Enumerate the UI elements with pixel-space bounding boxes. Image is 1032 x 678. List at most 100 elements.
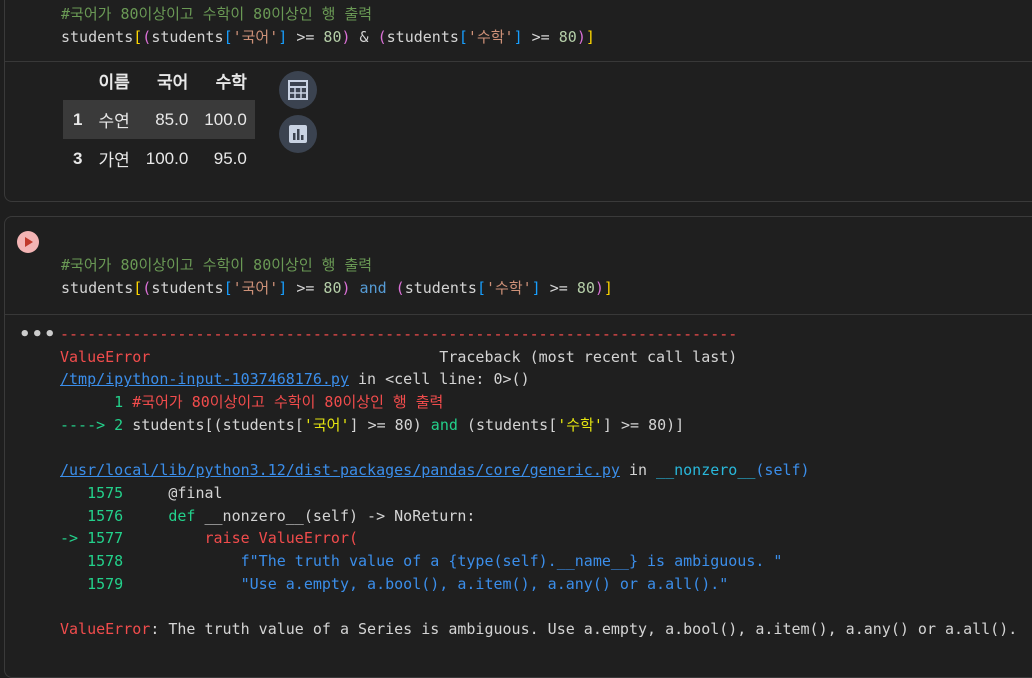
traceback-line: /tmp/ipython-input-1037468176.py in <cel…: [60, 368, 530, 390]
code-token: [: [458, 28, 468, 46]
code-token[interactable]: /tmp/ipython-input-1037468176.py: [60, 370, 349, 388]
column-header: 이름: [98, 73, 130, 92]
code-line: students[(students['국어'] >= 80) and (stu…: [61, 277, 613, 299]
code-token: '국어': [303, 415, 350, 434]
code-token: [: [133, 28, 143, 46]
code-token: students: [61, 279, 134, 297]
traceback-line: ----> 2 students[(students['국어'] >= 80) …: [60, 414, 684, 436]
code-token: >=: [358, 415, 395, 434]
code-token: '국어': [232, 28, 279, 46]
table-row: 3 가연 100.0 95.0: [63, 139, 255, 178]
code-token: (: [395, 279, 405, 297]
code-token: 1: [60, 393, 133, 412]
code-line: #국어가 80이상이고 수학이 80이상인 행 출력: [61, 254, 372, 276]
code-token: [: [476, 279, 486, 297]
code-token: ]: [585, 28, 595, 46]
code-token: ]: [675, 415, 685, 434]
code-token: ]: [513, 28, 523, 46]
code-token: [: [133, 279, 143, 297]
code-token: 1576: [60, 506, 133, 525]
code-token: students: [132, 415, 205, 434]
code-cell-2: #국어가 80이상이고 수학이 80이상인 행 출력 students[(stud…: [4, 216, 1032, 678]
code-token: #국어가 80이상이고 수학이 80이상인 행 출력: [61, 5, 373, 23]
code-token: >=: [540, 279, 577, 297]
run-cell-button[interactable]: [17, 231, 39, 253]
code-token: Traceback (most recent call last): [150, 347, 738, 366]
code-token: 1578: [60, 552, 133, 570]
traceback-line: 1578 f"The truth value of a {type(self).…: [60, 550, 782, 572]
code-token: '국어': [232, 279, 279, 297]
code-token: (: [142, 279, 152, 297]
code-token: 80: [558, 28, 577, 46]
table-icon: [288, 80, 308, 100]
code-token: '수학': [467, 28, 514, 46]
code-token: __nonzero__: [195, 506, 304, 525]
code-token[interactable]: /usr/local/lib/python3.12/dist-packages/…: [60, 461, 620, 479]
code-token: ]: [349, 415, 359, 434]
output-actions-icon[interactable]: •••: [19, 324, 57, 345]
table-cell: 100.0: [196, 100, 255, 139]
code-token: #국어가 80이상이고 수학이 80이상인 행 출력: [61, 256, 373, 274]
code-token: students: [475, 415, 549, 434]
convert-to-interactive-table-button[interactable]: [279, 71, 317, 109]
code-token: and: [421, 415, 467, 434]
code-token: 80: [648, 415, 667, 434]
code-token: ValueError(: [249, 529, 359, 548]
code-token: <cell line: 0>(): [385, 370, 530, 389]
code-token: (: [377, 28, 387, 46]
code-token: students: [386, 28, 459, 46]
table-cell: 수연: [90, 100, 138, 139]
table-cell: 가연: [98, 151, 130, 170]
code-token: '수학': [557, 415, 603, 434]
index-header: [63, 61, 90, 100]
code-token: ----------------------------------------…: [60, 325, 738, 343]
column-header: 국어: [157, 73, 189, 92]
code-token: [: [294, 415, 304, 434]
code-token: students: [61, 28, 134, 46]
row-index: 1: [63, 100, 91, 139]
code-token: f"The truth value of a {type(self).__nam…: [132, 552, 783, 570]
code-line: students[(students['국어'] >= 80) & (stude…: [61, 26, 595, 48]
code-token: [: [204, 415, 214, 434]
code-token: >=: [287, 28, 324, 46]
code-token: in: [348, 370, 386, 389]
code-cell-1: #국어가 80이상이고 수학이 80이상인 행 출력 students[(stud…: [4, 0, 1032, 202]
code-token: ): [666, 415, 676, 434]
code-token: -> NoReturn:: [358, 506, 476, 525]
code-token: students: [222, 415, 295, 434]
traceback-line: 1575 @final: [60, 482, 223, 504]
table-cell: 95.0: [213, 148, 247, 168]
play-icon: [25, 237, 33, 247]
suggest-charts-button[interactable]: [279, 115, 317, 153]
traceback-line: /usr/local/lib/python3.12/dist-packages/…: [60, 459, 810, 481]
code-token: 1579: [60, 574, 133, 593]
code-token: students: [151, 279, 224, 297]
row-index: 3: [73, 148, 83, 168]
code-token: '수학': [485, 279, 532, 297]
code-token: #국어가 80이상이고 수학이 80이상인 행 출력: [132, 393, 444, 412]
code-token: (: [466, 415, 476, 434]
code-token: @final: [132, 483, 223, 502]
code-token: ): [576, 28, 586, 46]
traceback-line: ValueError: The truth value of a Series …: [60, 618, 1017, 640]
code-token: ): [341, 279, 351, 297]
code-token: ValueError: [60, 347, 151, 366]
code-token: >=: [287, 279, 324, 297]
code-token: ValueError: [60, 620, 151, 639]
traceback-line: 1 #국어가 80이상이고 수학이 80이상인 행 출력: [60, 391, 443, 413]
code-line: #국어가 80이상이고 수학이 80이상인 행 출력: [61, 3, 372, 25]
code-token: 80: [394, 415, 413, 434]
code-token: (self): [755, 461, 810, 480]
code-token: 80: [576, 279, 595, 297]
output-divider: [5, 314, 1032, 315]
traceback-line: 1579 "Use a.empty, a.bool(), a.item(), a…: [60, 573, 728, 595]
code-token: [: [548, 415, 558, 434]
code-token: ): [412, 415, 422, 434]
code-token: ]: [602, 415, 612, 434]
traceback-line: ValueError Traceback (most recent call l…: [60, 346, 737, 368]
code-token: >=: [611, 415, 649, 434]
table-cell: 85.0: [137, 100, 197, 139]
table-row: 1 수연 85.0 100.0: [63, 100, 255, 139]
